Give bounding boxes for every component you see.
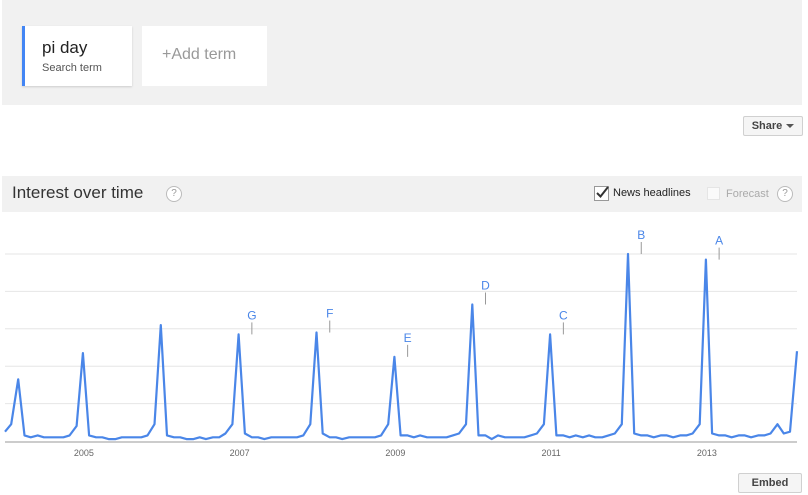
x-tick-label-2: 2009 <box>385 448 405 458</box>
search-term-card[interactable]: pi day Search term <box>22 26 132 86</box>
annotation-label-D: D <box>481 278 490 292</box>
news-headlines-checkbox[interactable] <box>594 186 609 201</box>
help-icon[interactable]: ? <box>166 186 182 202</box>
annotation-label-B: B <box>637 228 645 242</box>
add-term-label: +Add term <box>162 46 237 63</box>
x-tick-label-1: 2007 <box>230 448 250 458</box>
add-term-button[interactable]: +Add term <box>142 26 267 86</box>
annotation-label-F: F <box>326 307 333 321</box>
term-color-bar <box>22 26 25 86</box>
annotation-label-C: C <box>559 308 568 322</box>
news-headlines-label: News headlines <box>613 187 691 199</box>
x-tick-label-4: 2013 <box>697 448 717 458</box>
interest-chart: 2005 2007 2009 2011 2013 G F E D C B A <box>4 228 799 458</box>
forecast-label: Forecast <box>726 188 769 200</box>
share-button[interactable]: Share <box>743 116 803 136</box>
annotation-label-E: E <box>404 331 412 345</box>
annotation-label-G: G <box>247 308 256 322</box>
search-term-text: pi day <box>42 38 88 57</box>
forecast-help-icon[interactable]: ? <box>777 186 793 202</box>
annotation-label-A: A <box>715 234 723 248</box>
search-term-caption: Search term <box>42 62 102 74</box>
chevron-down-icon <box>786 124 795 128</box>
forecast-checkbox[interactable] <box>707 187 720 200</box>
check-icon <box>596 186 609 199</box>
embed-button[interactable]: Embed <box>738 473 802 493</box>
interest-series-line <box>4 252 799 441</box>
share-label: Share <box>751 120 783 132</box>
x-tick-label-0: 2005 <box>74 448 94 458</box>
section-title: Interest over time <box>12 183 144 202</box>
x-tick-label-3: 2011 <box>541 448 560 458</box>
